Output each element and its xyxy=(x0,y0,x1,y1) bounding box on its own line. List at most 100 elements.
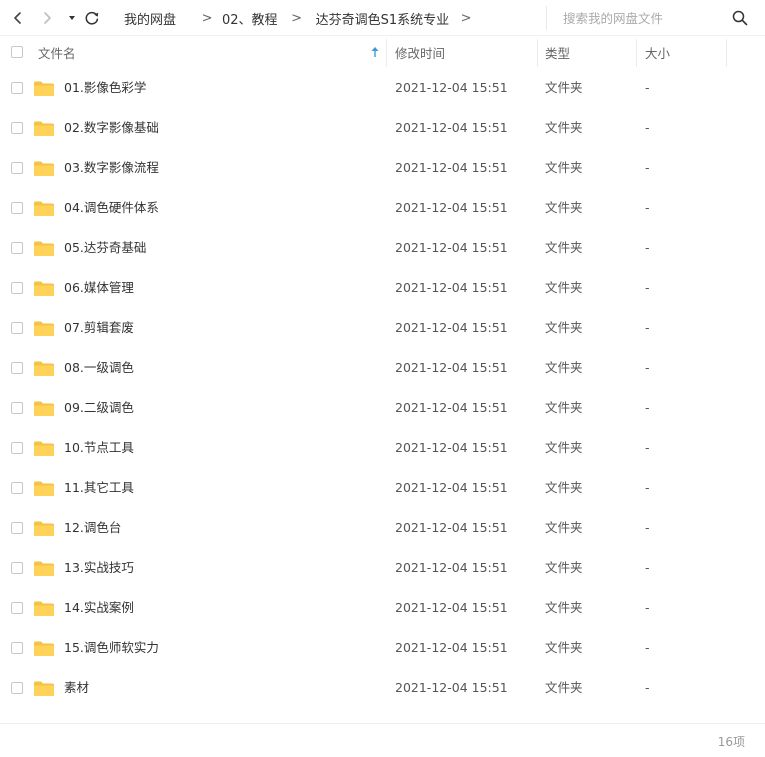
row-checkbox[interactable] xyxy=(11,602,23,614)
row-checkbox[interactable] xyxy=(11,202,23,214)
file-row[interactable]: 07.剪辑套废 2021-12-04 15:51 文件夹 - xyxy=(0,308,765,348)
file-modified-time: 2021-12-04 15:51 xyxy=(395,400,508,415)
file-name: 07.剪辑套废 xyxy=(64,320,134,335)
column-name[interactable]: 文件名 xyxy=(38,37,384,67)
file-row[interactable]: 03.数字影像流程 2021-12-04 15:51 文件夹 - xyxy=(0,148,765,188)
file-row[interactable]: 04.调色硬件体系 2021-12-04 15:51 文件夹 - xyxy=(0,188,765,228)
file-modified-time: 2021-12-04 15:51 xyxy=(395,240,508,255)
column-divider[interactable] xyxy=(537,39,538,67)
row-checkbox[interactable] xyxy=(11,162,23,174)
search-box xyxy=(546,6,759,30)
file-name: 09.二级调色 xyxy=(64,400,134,415)
file-row[interactable]: 08.一级调色 2021-12-04 15:51 文件夹 - xyxy=(0,348,765,388)
file-name: 06.媒体管理 xyxy=(64,280,134,295)
folder-icon xyxy=(34,201,54,216)
file-row[interactable]: 12.调色台 2021-12-04 15:51 文件夹 - xyxy=(0,508,765,548)
item-count: 16项 xyxy=(717,735,745,749)
file-row[interactable]: 01.影像色彩学 2021-12-04 15:51 文件夹 - xyxy=(0,68,765,108)
column-divider[interactable] xyxy=(636,39,637,67)
file-modified-time: 2021-12-04 15:51 xyxy=(395,560,508,575)
file-name: 13.实战技巧 xyxy=(64,560,134,575)
file-row[interactable]: 13.实战技巧 2021-12-04 15:51 文件夹 - xyxy=(0,548,765,588)
file-type: 文件夹 xyxy=(545,160,583,175)
row-checkbox[interactable] xyxy=(11,482,23,494)
file-size: - xyxy=(645,160,650,175)
breadcrumb-item-tutorials[interactable]: 02、教程 xyxy=(222,9,278,28)
file-size: - xyxy=(645,280,650,295)
row-checkbox[interactable] xyxy=(11,522,23,534)
file-name: 05.达芬奇基础 xyxy=(64,240,147,255)
file-size: - xyxy=(645,640,650,655)
row-checkbox[interactable] xyxy=(11,402,23,414)
file-name: 11.其它工具 xyxy=(64,480,134,495)
column-size[interactable]: 大小 xyxy=(645,37,725,67)
column-type[interactable]: 类型 xyxy=(545,37,635,67)
file-type: 文件夹 xyxy=(545,120,583,135)
file-size: - xyxy=(645,360,650,375)
column-name-label: 文件名 xyxy=(38,45,76,61)
file-modified-time: 2021-12-04 15:51 xyxy=(395,600,508,615)
file-list: 01.影像色彩学 2021-12-04 15:51 文件夹 - 02.数字影像基… xyxy=(0,68,765,708)
file-modified-time: 2021-12-04 15:51 xyxy=(395,200,508,215)
file-row[interactable]: 10.节点工具 2021-12-04 15:51 文件夹 - xyxy=(0,428,765,468)
folder-icon xyxy=(34,361,54,376)
file-name: 04.调色硬件体系 xyxy=(64,200,159,215)
file-size: - xyxy=(645,200,650,215)
row-checkbox[interactable] xyxy=(11,242,23,254)
breadcrumb-separator: > xyxy=(201,10,213,26)
row-checkbox[interactable] xyxy=(11,682,23,694)
back-button[interactable] xyxy=(8,8,28,28)
file-row[interactable]: 09.二级调色 2021-12-04 15:51 文件夹 - xyxy=(0,388,765,428)
file-row[interactable]: 14.实战案例 2021-12-04 15:51 文件夹 - xyxy=(0,588,765,628)
refresh-button[interactable] xyxy=(82,8,102,28)
folder-icon xyxy=(34,521,54,536)
file-modified-time: 2021-12-04 15:51 xyxy=(395,120,508,135)
refresh-icon xyxy=(85,11,99,25)
row-checkbox[interactable] xyxy=(11,562,23,574)
folder-icon xyxy=(34,241,54,256)
file-row[interactable]: 06.媒体管理 2021-12-04 15:51 文件夹 - xyxy=(0,268,765,308)
history-dropdown-button[interactable] xyxy=(62,8,82,28)
file-type: 文件夹 xyxy=(545,520,583,535)
row-checkbox[interactable] xyxy=(11,362,23,374)
search-icon[interactable] xyxy=(731,9,749,27)
search-input[interactable] xyxy=(547,9,735,27)
file-row[interactable]: 15.调色师软实力 2021-12-04 15:51 文件夹 - xyxy=(0,628,765,668)
select-all-checkbox[interactable] xyxy=(11,46,23,58)
file-name: 01.影像色彩学 xyxy=(64,80,147,95)
breadcrumb-separator: > xyxy=(291,10,303,26)
select-all-cell xyxy=(11,37,23,67)
column-modified[interactable]: 修改时间 xyxy=(395,37,535,67)
row-checkbox[interactable] xyxy=(11,82,23,94)
row-checkbox[interactable] xyxy=(11,642,23,654)
column-divider[interactable] xyxy=(386,39,387,67)
folder-icon xyxy=(34,121,54,136)
breadcrumb-separator: > xyxy=(460,10,472,26)
file-type: 文件夹 xyxy=(545,680,583,695)
row-checkbox[interactable] xyxy=(11,282,23,294)
row-checkbox[interactable] xyxy=(11,322,23,334)
breadcrumb-item-root[interactable]: 我的网盘 xyxy=(124,9,176,28)
breadcrumb-item-current[interactable]: 达芬奇调色S1系统专业 xyxy=(316,9,450,28)
file-size: - xyxy=(645,120,650,135)
folder-icon xyxy=(34,321,54,336)
file-modified-time: 2021-12-04 15:51 xyxy=(395,80,508,95)
file-name: 08.一级调色 xyxy=(64,360,134,375)
file-type: 文件夹 xyxy=(545,360,583,375)
file-type: 文件夹 xyxy=(545,280,583,295)
chevron-left-icon xyxy=(14,12,21,24)
file-name: 14.实战案例 xyxy=(64,600,134,615)
status-bar: 16项 xyxy=(0,723,765,757)
folder-icon xyxy=(34,481,54,496)
file-size: - xyxy=(645,440,650,455)
file-row[interactable]: 05.达芬奇基础 2021-12-04 15:51 文件夹 - xyxy=(0,228,765,268)
file-row[interactable]: 素材 2021-12-04 15:51 文件夹 - xyxy=(0,668,765,708)
row-checkbox[interactable] xyxy=(11,442,23,454)
file-row[interactable]: 02.数字影像基础 2021-12-04 15:51 文件夹 - xyxy=(0,108,765,148)
file-modified-time: 2021-12-04 15:51 xyxy=(395,640,508,655)
file-row[interactable]: 11.其它工具 2021-12-04 15:51 文件夹 - xyxy=(0,468,765,508)
column-divider[interactable] xyxy=(726,39,727,67)
forward-button[interactable] xyxy=(37,8,57,28)
row-checkbox[interactable] xyxy=(11,122,23,134)
file-size: - xyxy=(645,600,650,615)
